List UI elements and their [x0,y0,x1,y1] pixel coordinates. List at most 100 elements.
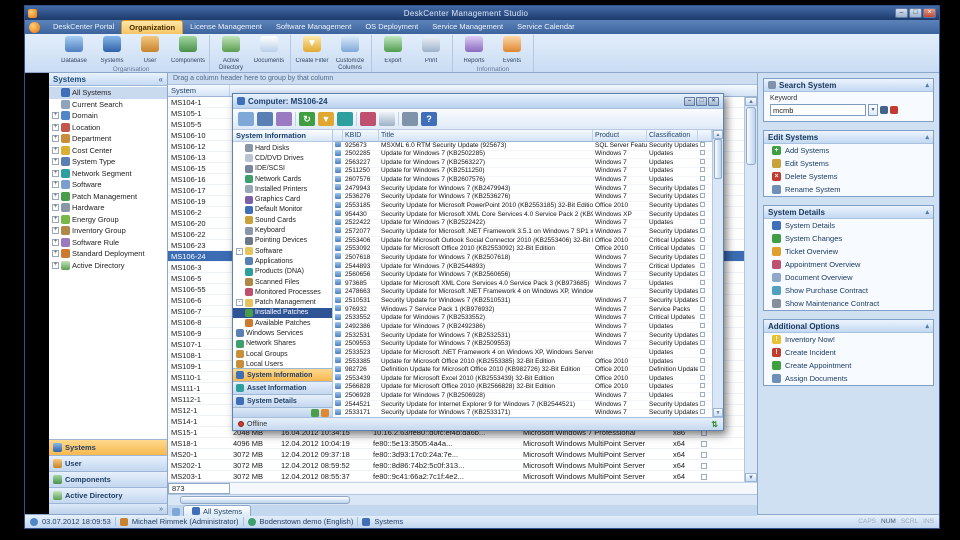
dialog-tree-installed-printers[interactable]: Installed Printers [233,184,332,194]
keyword-dropdown-icon[interactable]: ▾ [868,104,878,116]
toolbar-chart-icon[interactable] [360,112,376,126]
action-show-purchase-contract[interactable]: Show Purchase Contract [764,284,933,297]
row-checkbox[interactable] [701,452,707,458]
nav-active-directory-button[interactable]: Active Directory [49,487,167,503]
dialog-close-button[interactable]: × [708,97,719,106]
ribbon-active-directory-button[interactable]: Active Directory [213,35,249,72]
expand-icon[interactable]: + [52,147,59,154]
patch-checkbox[interactable] [700,288,705,293]
patch-row-2533171[interactable]: 2533171Security Update for Windows 7 (KB… [333,410,712,417]
patch-checkbox[interactable] [700,254,705,259]
all-systems-tab[interactable]: All Systems [183,505,251,516]
tab-service-management[interactable]: Service Management [425,20,510,34]
dialog-tree-patch-management[interactable]: -Patch Management [233,297,332,307]
tree-item-active-directory[interactable]: +Active Directory [49,260,167,272]
dialog-scrollbar[interactable]: ▲ ▼ [712,130,723,417]
mini-system-icon[interactable] [311,409,319,417]
ribbon-components-button[interactable]: Components [170,35,206,65]
action-delete-systems[interactable]: ×Delete Systems [764,170,933,183]
dialog-tree-applications[interactable]: Applications [233,256,332,266]
ribbon-customize-columns-button[interactable]: Customize Columns [332,35,368,72]
expand-icon[interactable]: + [52,262,59,269]
dialog-tree-keyboard[interactable]: Keyboard [233,225,332,235]
collapse-icon[interactable]: ▴ [925,208,929,216]
sidebar-mini-strip[interactable]: » [49,503,167,514]
dialog-tree-local-users[interactable]: Local Users [233,359,332,368]
dialog-tree-windows-services[interactable]: Windows Services [233,328,332,338]
action-system-details[interactable]: System Details [764,219,933,232]
patch-column-header-product[interactable]: Product [593,130,647,141]
patch-checkbox[interactable] [700,297,705,302]
patch-column-header-blank[interactable] [333,130,343,141]
action-document-overview[interactable]: Document Overview [764,271,933,284]
dialog-minimize-button[interactable]: – [684,97,695,106]
patch-checkbox[interactable] [700,271,705,276]
tab-service-calendar[interactable]: Service Calendar [510,20,582,34]
dialog-tree-products-dna[interactable]: Products (DNA) [233,267,332,277]
patch-checkbox[interactable] [700,280,705,285]
toolbar-filter-icon[interactable]: ▼ [318,112,334,126]
system-row-ms202-1[interactable]: MS202-13072 MB12.04.2012 08:59:52fe80::8… [168,460,744,471]
dialog-tree-software[interactable]: -Software [233,246,332,256]
dialog-titlebar[interactable]: Computer: MS106-24 – □ × [233,94,723,109]
action-inventory-now[interactable]: !Inventory Now! [764,333,933,346]
box-header-edit-systems[interactable]: Edit Systems▴ [764,131,933,144]
box-header-additional-options[interactable]: Additional Options▴ [764,320,933,333]
patch-checkbox[interactable] [700,159,705,164]
keyword-input[interactable] [770,104,866,116]
tree-item-all-systems[interactable]: All Systems [49,87,167,99]
group-by-bar[interactable]: Drag a column header here to group by th… [168,73,757,85]
close-button[interactable]: × [923,8,936,18]
action-system-changes[interactable]: System Changes [764,232,933,245]
dialog-tree-available-patches[interactable]: Available Patches [233,318,332,328]
patch-checkbox[interactable] [700,340,705,345]
toolbar-group-icon[interactable] [276,112,292,126]
tab-os-deployment[interactable]: OS Deployment [358,20,425,34]
patch-column-header-title[interactable]: Title [379,130,593,141]
tree-item-patch-management[interactable]: +Patch Management [49,191,167,203]
tree-item-system-type[interactable]: +System Type [49,156,167,168]
dialog-scroll-down-icon[interactable]: ▼ [713,408,723,417]
dialog-tree-hard-disks[interactable]: Hard Disks [233,143,332,153]
action-show-maintenance-contract[interactable]: Show Maintenance Contract [764,297,933,310]
tree-item-standard-deployment[interactable]: +Standard Deployment [49,248,167,260]
dialog-tree-cd-dvd-drives[interactable]: CD/DVD Drives [233,153,332,163]
box-header-system-details[interactable]: System Details▴ [764,206,933,219]
tree-item-department[interactable]: +Department [49,133,167,145]
toolbar-refresh-icon[interactable]: ↻ [299,112,315,126]
patch-checkbox[interactable] [700,306,705,311]
toolbar-summary-icon[interactable] [337,112,353,126]
patch-checkbox[interactable] [700,358,705,363]
patch-checkbox[interactable] [700,383,705,388]
sync-arrows-icon[interactable]: ⇅ [711,420,718,429]
patch-column-header-kbid[interactable]: KBID [343,130,379,141]
patch-checkbox[interactable] [700,193,705,198]
expand-icon[interactable]: + [52,124,59,131]
dialog-tree-scanned-files[interactable]: Scanned Files [233,277,332,287]
column-header-system[interactable]: System [168,85,230,96]
toolbar-columns-icon[interactable] [238,112,254,126]
minimize-button[interactable]: – [895,8,908,18]
collapse-icon[interactable]: ▴ [925,322,929,330]
toolbar-help-icon[interactable]: ? [421,112,437,126]
expand-icon[interactable]: + [52,239,59,246]
expand-icon[interactable]: - [236,299,243,306]
patch-checkbox[interactable] [700,211,705,216]
dialog-nav-system-details-button[interactable]: System Details [233,394,332,407]
action-assign-documents[interactable]: Assign Documents [764,372,933,385]
patch-checkbox[interactable] [700,142,705,147]
dialog-maximize-button[interactable]: □ [696,97,707,106]
dialog-tree-default-monitor[interactable]: Default Monitor [233,205,332,215]
ribbon-events-button[interactable]: Events [494,35,530,65]
tree-item-current-search[interactable]: Current Search [49,99,167,111]
tab-organization[interactable]: Organization [121,20,183,34]
sidebar-collapse-button[interactable]: « [159,75,163,84]
tree-item-cost-center[interactable]: +Cost Center [49,145,167,157]
run-search-icon[interactable] [880,106,888,114]
view-grid-icon[interactable] [172,508,180,516]
expand-icon[interactable]: + [52,112,59,119]
system-row-ms20-1[interactable]: MS20-13072 MB12.04.2012 09:37:18fe80::3d… [168,449,744,460]
ribbon-reports-button[interactable]: Reports [456,35,492,65]
patch-checkbox[interactable] [700,375,705,380]
tree-item-location[interactable]: +Location [49,122,167,134]
